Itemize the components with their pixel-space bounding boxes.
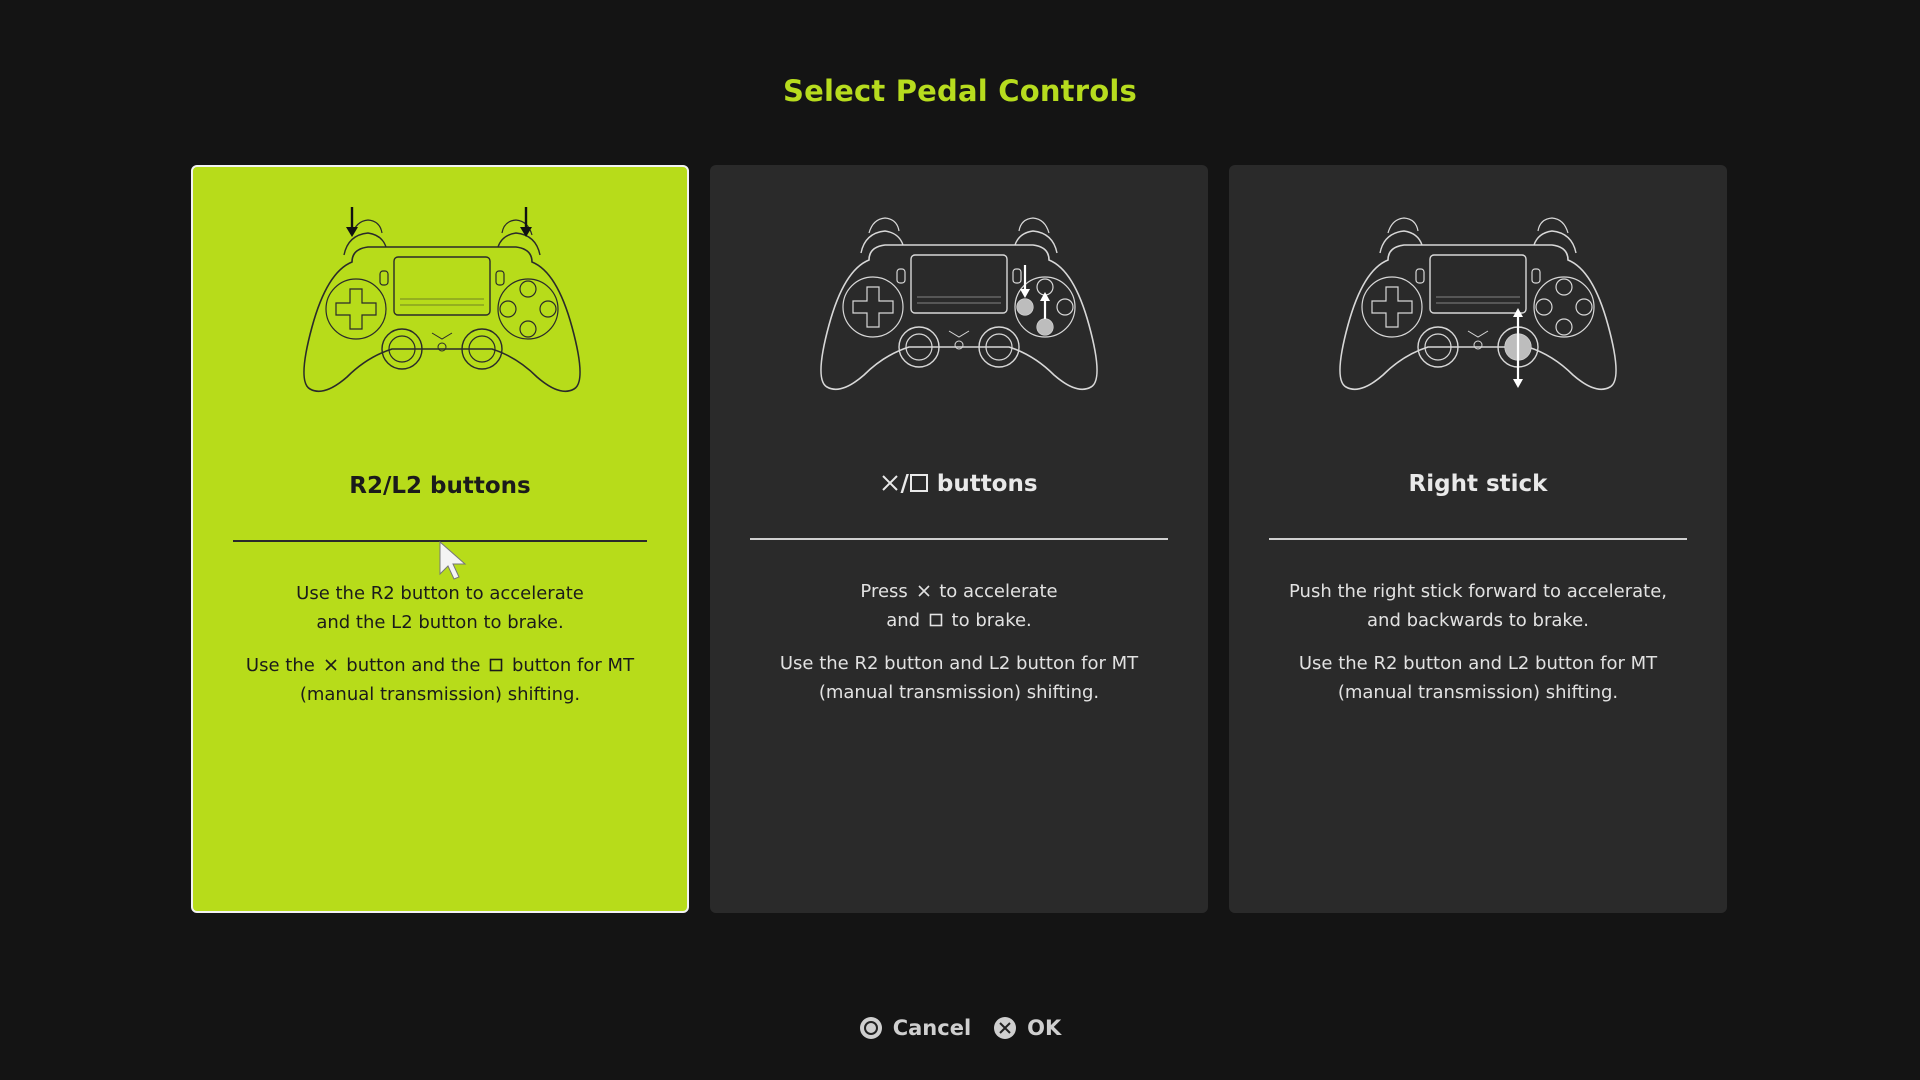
circle-icon [859,1017,882,1039]
controller-icon [1339,217,1617,391]
page-title: Select Pedal Controls [783,74,1137,108]
option-card-cross-square[interactable]: / buttons Press to accelerate and to bra… [710,165,1208,913]
cancel-button[interactable]: Cancel [859,1016,971,1040]
controller-icon [303,207,581,393]
square-icon [489,658,503,672]
option-card-r2-l2[interactable]: R2/L2 buttons Use the R2 button to accel… [191,165,689,913]
ok-button[interactable]: OK [993,1016,1061,1040]
divider [750,538,1168,540]
cross-icon [324,659,337,671]
controller-icon [820,217,1098,391]
cross-icon [917,585,930,597]
card-title: / buttons [710,471,1208,497]
card-description: Use the R2 button to accelerate and the L… [245,583,635,705]
footer-button-bar: Cancel OK [0,1016,1920,1040]
card-title: Right stick [1408,471,1548,497]
option-card-right-stick[interactable]: Right stick Push the right stick forward… [1229,165,1727,913]
mouse-cursor-icon [439,540,467,580]
square-icon [909,474,928,492]
card-description: Push the right stick forward to accelera… [1289,581,1667,703]
divider [1269,538,1687,540]
square-icon [929,613,943,627]
cross-icon [994,1017,1017,1039]
card-description: Press to accelerate and to brake. Use th… [779,581,1139,703]
card-title: R2/L2 buttons [349,473,531,499]
cross-icon [882,475,899,491]
